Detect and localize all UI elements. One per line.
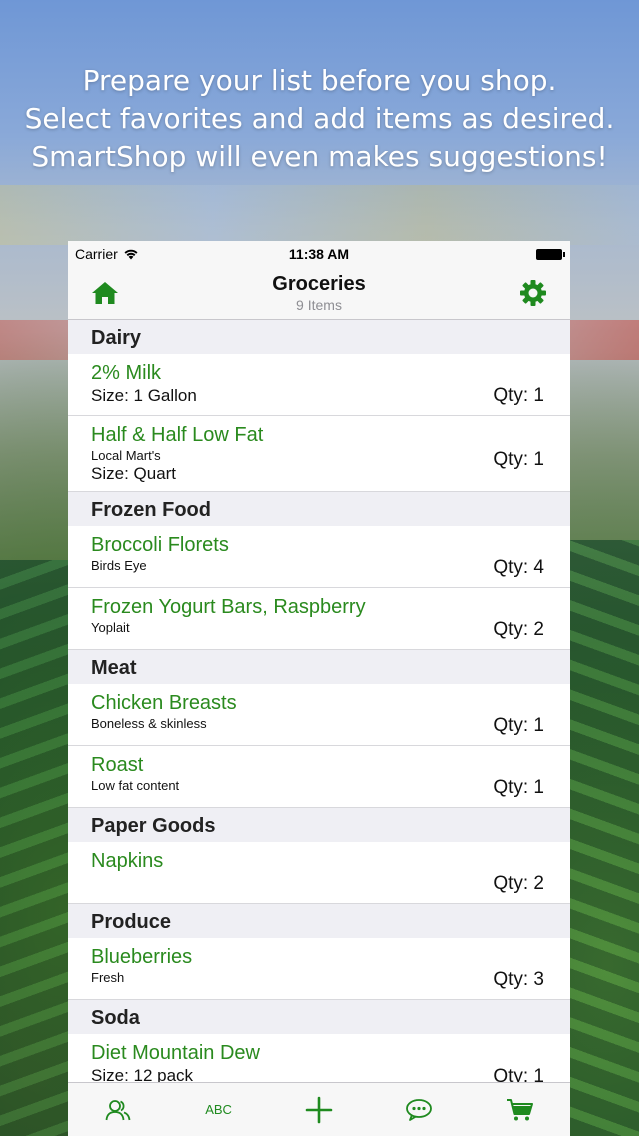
- status-time: 11:38 AM: [288, 246, 350, 262]
- list-item[interactable]: Roast Low fat content Qty: 1: [68, 746, 570, 808]
- tab-suggestions[interactable]: [389, 1088, 449, 1132]
- battery-icon: [536, 249, 565, 260]
- list-item[interactable]: Chicken Breasts Boneless & skinless Qty:…: [68, 684, 570, 746]
- item-name: Blueberries: [91, 946, 193, 968]
- grocery-list: Dairy 2% Milk Size: 1 Gallon Qty: 1 Half…: [68, 320, 570, 1082]
- item-qty: Qty: 2: [493, 873, 544, 894]
- item-qty: Qty: 4: [493, 557, 544, 578]
- tab-people[interactable]: [88, 1088, 148, 1132]
- list-item[interactable]: Diet Mountain Dew Size: 12 pack Qty: 1: [68, 1034, 570, 1082]
- item-qty: Qty: 2: [493, 619, 544, 640]
- promo-headline: Prepare your list before you shop. Selec…: [0, 62, 639, 176]
- item-qty: Qty: 1: [493, 385, 544, 406]
- section-header: Meat: [68, 650, 570, 684]
- item-name: Chicken Breasts: [91, 692, 237, 714]
- nav-bar: Groceries 9 Items: [68, 267, 570, 320]
- list-item[interactable]: Frozen Yogurt Bars, Raspberry Yoplait Qt…: [68, 588, 570, 650]
- promo-line-2: Select favorites and add items as desire…: [24, 102, 615, 135]
- item-name: Frozen Yogurt Bars, Raspberry: [91, 596, 366, 618]
- item-name: 2% Milk: [91, 362, 162, 384]
- section-header: Paper Goods: [68, 808, 570, 842]
- status-bar: Carrier 11:38 AM: [68, 241, 570, 267]
- item-name: Diet Mountain Dew: [91, 1042, 260, 1064]
- background-shelf-blur: [0, 185, 639, 245]
- list-item[interactable]: Broccoli Florets Birds Eye Qty: 4: [68, 526, 570, 588]
- item-qty: Qty: 1: [493, 715, 544, 736]
- chat-bubble-icon: [406, 1098, 433, 1121]
- page-title: Groceries: [272, 273, 366, 295]
- background-crate-left: [0, 560, 70, 1136]
- list-item[interactable]: Napkins Qty: 2: [68, 842, 570, 904]
- list-item[interactable]: Blueberries Fresh Qty: 3: [68, 938, 570, 1000]
- item-name: Half & Half Low Fat: [91, 424, 264, 446]
- background-crate-right: [569, 540, 639, 1136]
- settings-button[interactable]: [518, 278, 548, 308]
- tab-bar: ABC: [68, 1082, 570, 1136]
- item-count: 9 Items: [296, 297, 342, 313]
- promo-line-1: Prepare your list before you shop.: [82, 64, 557, 97]
- item-qty: Qty: 1: [493, 1066, 544, 1082]
- section-header: Soda: [68, 1000, 570, 1034]
- people-icon: [105, 1099, 131, 1120]
- item-name: Napkins: [91, 850, 164, 872]
- plus-icon: [305, 1096, 333, 1123]
- item-name: Broccoli Florets: [91, 534, 229, 556]
- list-item[interactable]: 2% Milk Size: 1 Gallon Qty: 1: [68, 354, 570, 416]
- item-qty: Qty: 1: [493, 449, 544, 470]
- promo-line-3: SmartShop will even makes suggestions!: [31, 140, 608, 173]
- section-header: Dairy: [68, 320, 570, 354]
- gear-icon: [520, 280, 546, 306]
- section-header: Frozen Food: [68, 492, 570, 526]
- item-name: Roast: [91, 754, 144, 776]
- phone-screen: Carrier 11:38 AM Groceries 9 Items Dairy…: [68, 241, 570, 1136]
- tab-cart[interactable]: [490, 1088, 550, 1132]
- item-qty: Qty: 1: [493, 777, 544, 798]
- cart-icon: [506, 1098, 533, 1120]
- tab-add-item[interactable]: [289, 1088, 349, 1132]
- item-qty: Qty: 3: [493, 969, 544, 990]
- list-item[interactable]: Half & Half Low Fat Local Mart's Size: Q…: [68, 416, 570, 492]
- abc-sort-label: ABC: [205, 1102, 232, 1117]
- section-header: Produce: [68, 904, 570, 938]
- tab-abc-sort[interactable]: ABC: [189, 1088, 249, 1132]
